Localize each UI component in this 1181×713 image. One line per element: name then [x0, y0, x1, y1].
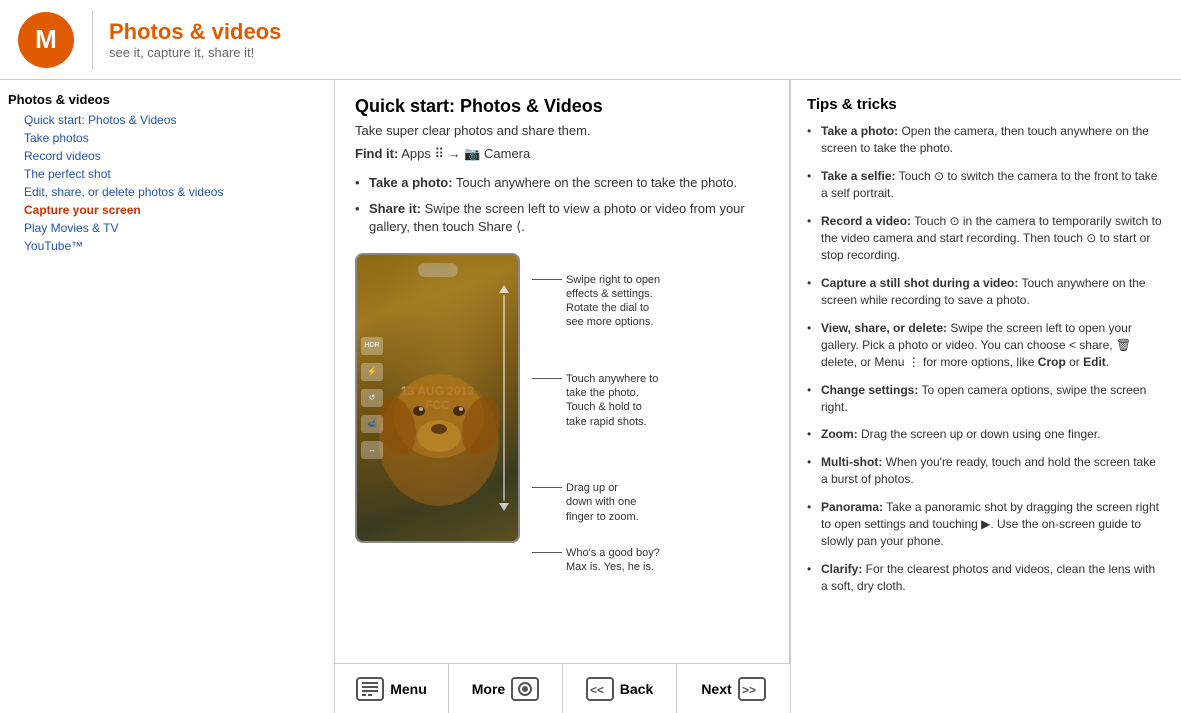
sidebar-item-play-movies[interactable]: Play Movies & TV — [8, 219, 326, 237]
header-text-block: Photos & videos see it, capture it, shar… — [109, 19, 281, 60]
next-button[interactable]: Next >> — [677, 664, 790, 713]
sidebar-item-perfect-shot[interactable]: The perfect shot — [8, 165, 326, 183]
camera-screenshot: 13 AUG 2013 FCC — [355, 253, 520, 543]
camera-top-button — [418, 263, 458, 277]
next-label: Next — [701, 681, 731, 697]
camera-zoom-slider — [496, 285, 512, 511]
sidebar: Photos & videos Quick start: Photos & Vi… — [0, 80, 335, 713]
center-bullet-list: Take a photo: Touch anywhere on the scre… — [355, 174, 769, 237]
tip-selfie: Take a selfie: Touch ⊙ to switch the cam… — [807, 168, 1165, 203]
tips-list: Take a photo: Open the camera, then touc… — [807, 123, 1165, 596]
motorola-logo: M — [16, 10, 76, 70]
ann-connector-1 — [532, 279, 562, 280]
main-content: Photos & videos Quick start: Photos & Vi… — [0, 80, 1181, 713]
tips-panel: Tips & tricks Take a photo: Open the cam… — [791, 80, 1181, 713]
camera-area: 13 AUG 2013 FCC — [355, 253, 769, 587]
ann-text-dog: Who's a good boy?Max is. Yes, he is. — [566, 546, 660, 575]
tip-zoom: Zoom: Drag the screen up or down using o… — [807, 426, 1165, 443]
section-title: Quick start: Photos & Videos — [355, 96, 769, 117]
bullet-take-photo: Take a photo: Touch anywhere on the scre… — [355, 174, 769, 192]
find-it-line: Find it: Apps ⠿ → 📷 Camera — [355, 146, 769, 162]
menu-icon — [356, 677, 384, 701]
slider-arrow-down — [499, 503, 509, 511]
center-content: Quick start: Photos & Videos Take super … — [335, 80, 790, 663]
page-title: Photos & videos — [109, 19, 281, 45]
dog-silhouette — [367, 361, 512, 521]
section-subtitle: Take super clear photos and share them. — [355, 123, 769, 138]
tip-record-video: Record a video: Touch ⊙ in the camera to… — [807, 213, 1165, 265]
slider-arrow-up — [499, 285, 509, 293]
annotation-drag: Drag up ordown with onefinger to zoom. — [532, 481, 660, 524]
more-label: More — [472, 681, 505, 697]
page-header: M Photos & videos see it, capture it, sh… — [0, 0, 1181, 80]
back-icon: << — [586, 677, 614, 701]
slider-track — [503, 295, 505, 501]
svg-text:>>: >> — [742, 683, 756, 696]
tips-title: Tips & tricks — [807, 96, 1165, 113]
sidebar-item-youtube[interactable]: YouTube™ — [8, 237, 326, 255]
find-it-label: Find it: — [355, 146, 398, 161]
ann-connector-2 — [532, 378, 562, 379]
ctrl-panorama: ↔ — [361, 441, 383, 459]
tip-take-photo: Take a photo: Open the camera, then touc… — [807, 123, 1165, 158]
tip-view-share: View, share, or delete: Swipe the screen… — [807, 320, 1165, 372]
back-button[interactable]: << Back — [563, 664, 677, 713]
next-icon: >> — [738, 677, 766, 701]
more-icon — [511, 677, 539, 701]
tip-panorama: Panorama: Take a panoramic shot by dragg… — [807, 499, 1165, 551]
sidebar-nav: Quick start: Photos & Videos Take photos… — [8, 111, 326, 255]
ctrl-flash: ⚡ — [361, 363, 383, 381]
back-label: Back — [620, 681, 653, 697]
ctrl-video: 📹 — [361, 415, 383, 433]
sidebar-item-capture-screen[interactable]: Capture your screen — [8, 201, 326, 219]
menu-label: Menu — [390, 681, 427, 697]
header-divider — [92, 10, 93, 70]
svg-text:M: M — [35, 24, 57, 54]
tip-still-shot: Capture a still shot during a video: Tou… — [807, 275, 1165, 310]
camera-controls-left: HDR ⚡ ↺ 📹 ↔ — [361, 337, 383, 459]
annotation-dog: Who's a good boy?Max is. Yes, he is. — [532, 546, 660, 575]
bullet-share-it: Share it: Swipe the screen left to view … — [355, 200, 769, 236]
annotation-touch: Touch anywhere totake the photo.Touch & … — [532, 372, 660, 429]
ann-text-effects: Swipe right to openeffects & settings.Ro… — [566, 273, 660, 330]
tip-multi-shot: Multi-shot: When you're ready, touch and… — [807, 454, 1165, 489]
sidebar-item-quick-start[interactable]: Quick start: Photos & Videos — [8, 111, 326, 129]
svg-text:<<: << — [590, 683, 604, 696]
camera-annotations: Swipe right to openeffects & settings.Ro… — [520, 253, 660, 587]
sidebar-item-record-videos[interactable]: Record videos — [8, 147, 326, 165]
page-subtitle: see it, capture it, share it! — [109, 45, 281, 60]
sidebar-item-take-photos[interactable]: Take photos — [8, 129, 326, 147]
annotation-effects: Swipe right to openeffects & settings.Ro… — [532, 273, 660, 330]
sidebar-title: Photos & videos — [8, 92, 326, 107]
ann-text-touch: Touch anywhere totake the photo.Touch & … — [566, 372, 658, 429]
ann-text-drag: Drag up ordown with onefinger to zoom. — [566, 481, 639, 524]
ctrl-hdr: HDR — [361, 337, 383, 355]
more-button[interactable]: More — [449, 664, 563, 713]
tip-change-settings: Change settings: To open camera options,… — [807, 382, 1165, 417]
sidebar-item-edit-share[interactable]: Edit, share, or delete photos & videos — [8, 183, 326, 201]
bottom-bar: Menu More << Back Next >> — [335, 663, 790, 713]
tip-clarify: Clarify: For the clearest photos and vid… — [807, 561, 1165, 596]
ctrl-switch: ↺ — [361, 389, 383, 407]
menu-button[interactable]: Menu — [335, 664, 449, 713]
ann-connector-4 — [532, 552, 562, 553]
center-panel: Quick start: Photos & Videos Take super … — [335, 80, 791, 713]
ann-connector-3 — [532, 487, 562, 488]
